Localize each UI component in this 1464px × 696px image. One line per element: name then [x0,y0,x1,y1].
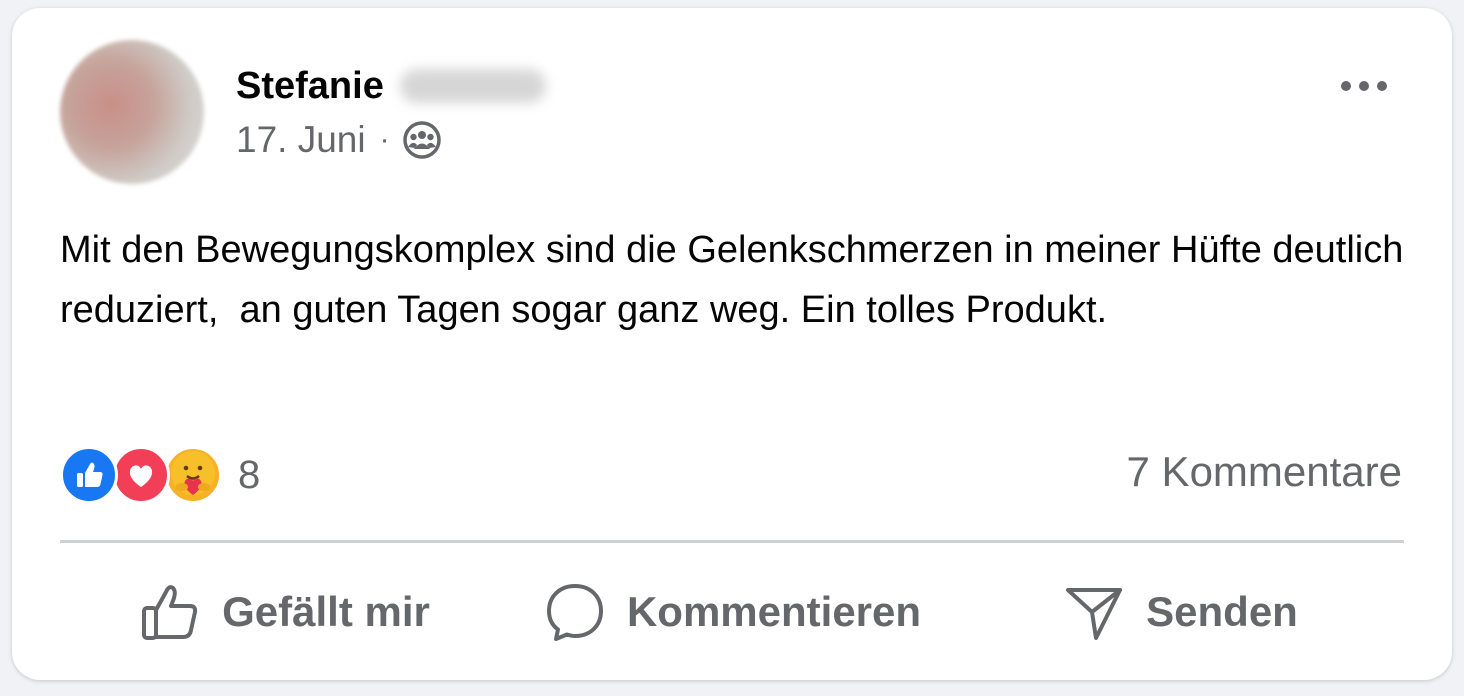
more-options-icon [1341,81,1387,91]
author-name[interactable]: Stefanie [236,65,384,108]
like-icon [60,446,118,504]
comment-button-label: Kommentieren [626,588,922,635]
thumbs-up-icon [142,585,198,640]
meta-separator: · [379,123,390,156]
post-date[interactable]: 17. Juni [236,119,366,161]
group-icon[interactable] [402,120,442,160]
love-icon [112,446,170,504]
action-bar: Gefällt mir Kommentieren Senden [60,568,1404,656]
post-card: Stefanie 17. Juni · Mit den Bewegungskom… [12,8,1452,680]
comment-count-link[interactable]: 7 Kommentare [1127,448,1402,496]
send-icon [1066,588,1123,640]
post-text: Mit den Bewegungskomplex sind die Gelenk… [60,229,1414,331]
divider [60,540,1404,543]
more-options-button[interactable] [1336,68,1392,104]
comment-button[interactable]: Kommentieren [508,568,956,656]
blurred-surname [399,69,546,103]
author-row: Stefanie [236,64,546,108]
reaction-count: 8 [238,452,261,497]
send-button-label: Senden [1146,588,1298,635]
like-button-label: Gefällt mir [222,588,430,635]
reaction-summary[interactable]: 8 [60,444,260,506]
send-button[interactable]: Senden [956,568,1404,656]
avatar[interactable] [60,40,204,184]
care-icon [164,446,222,504]
like-button[interactable]: Gefällt mir [60,568,508,656]
comment-bubble-icon [546,584,603,641]
post-meta: 17. Juni · [236,119,442,161]
